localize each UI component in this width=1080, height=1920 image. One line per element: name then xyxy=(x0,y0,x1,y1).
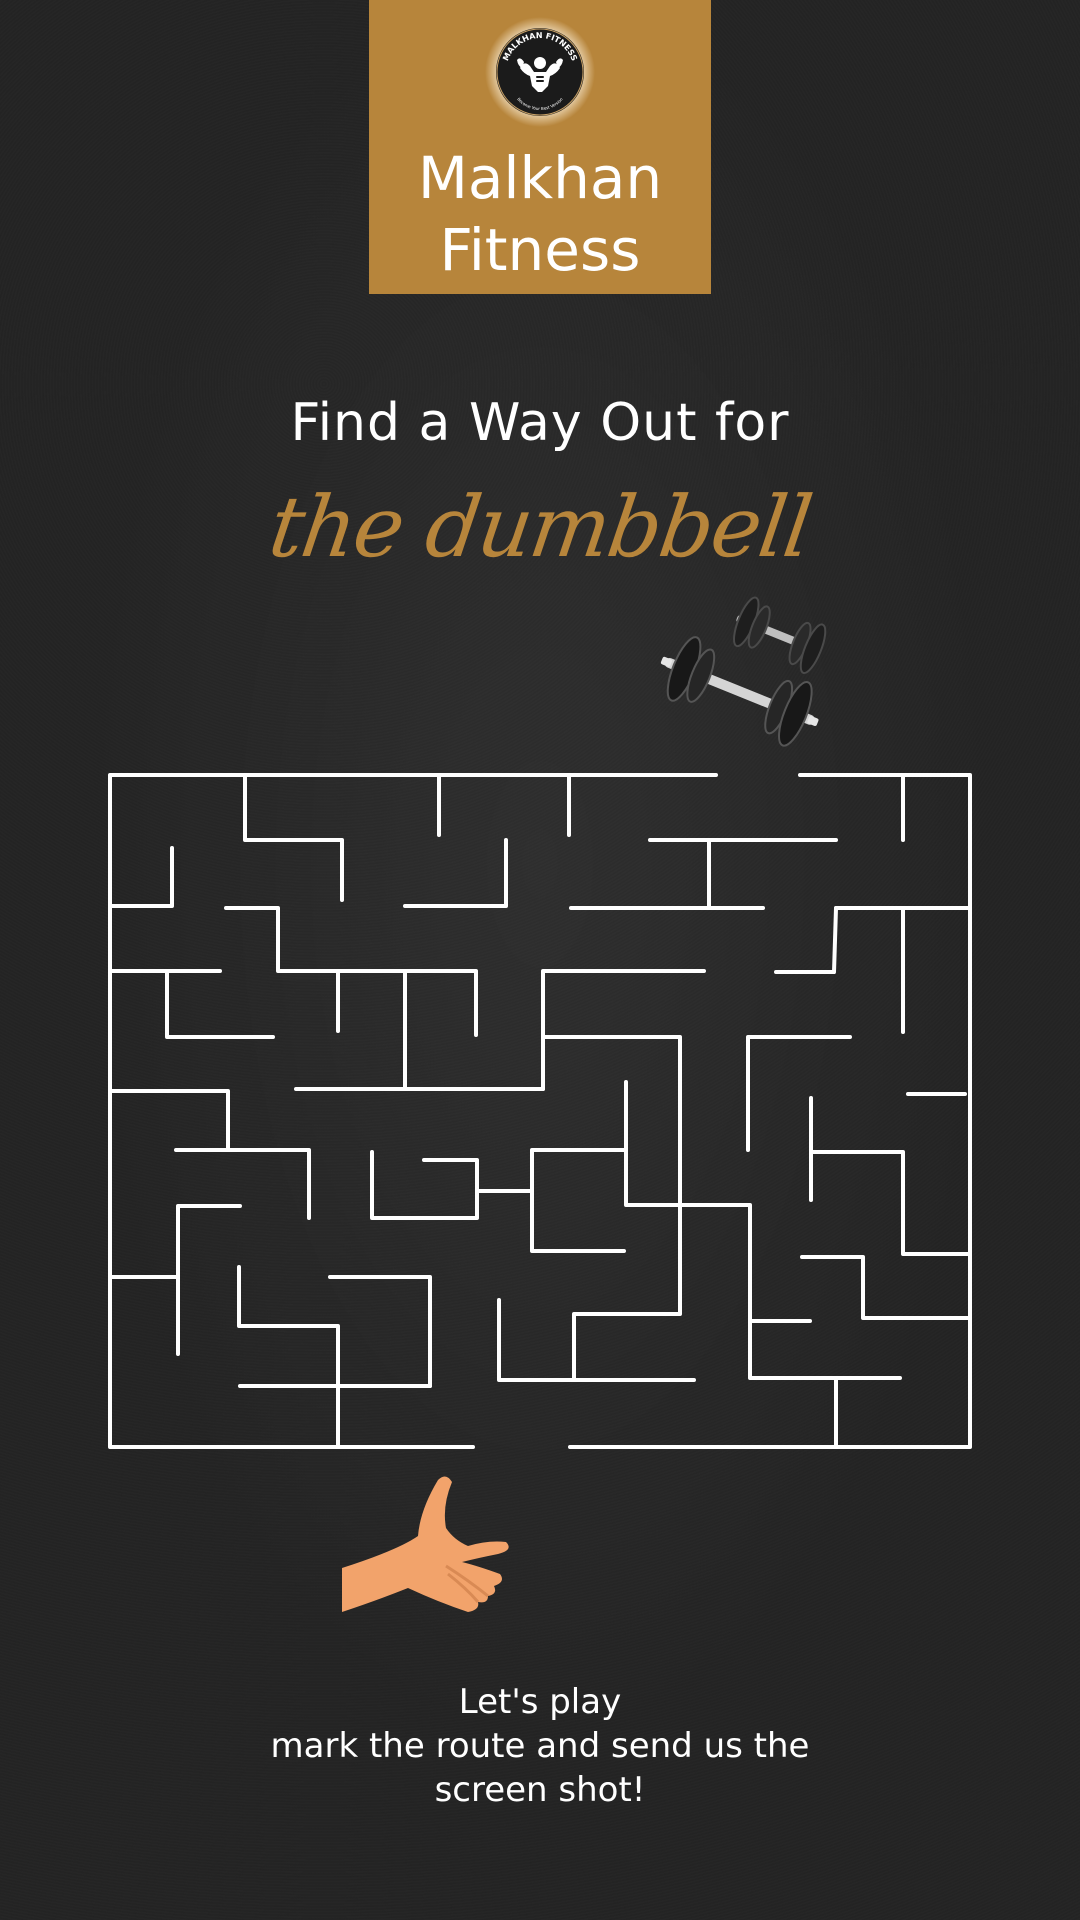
maze-wall xyxy=(774,906,838,974)
maze-wall xyxy=(237,1265,340,1449)
maze-wall xyxy=(165,969,275,1039)
maze-wall xyxy=(746,1035,852,1152)
maze-wall xyxy=(809,1150,972,1256)
maze-wall xyxy=(572,1203,682,1382)
maze xyxy=(108,773,972,1449)
footer-line1: Let's play xyxy=(458,1682,622,1722)
footer-line3: screen shot! xyxy=(434,1770,646,1810)
maze-wall xyxy=(243,773,344,902)
maze-wall xyxy=(541,1035,902,1380)
maze-wall xyxy=(800,1255,972,1320)
maze-wall xyxy=(530,1080,628,1253)
maze-wall xyxy=(328,1275,432,1388)
maze-wall xyxy=(176,1204,242,1356)
maze-wall xyxy=(370,1150,479,1220)
footer-line2: mark the route and send us the xyxy=(270,1726,810,1766)
maze-border-top-right xyxy=(568,773,972,1449)
maze-wall xyxy=(403,838,508,908)
maze-wall xyxy=(624,1148,682,1207)
footer-instructions: Let's play mark the route and send us th… xyxy=(0,1680,1080,1812)
maze-wall xyxy=(224,906,478,1037)
maze-wall xyxy=(108,846,174,908)
maze-wall xyxy=(108,1089,230,1152)
pointing-hand-icon xyxy=(342,1476,509,1612)
